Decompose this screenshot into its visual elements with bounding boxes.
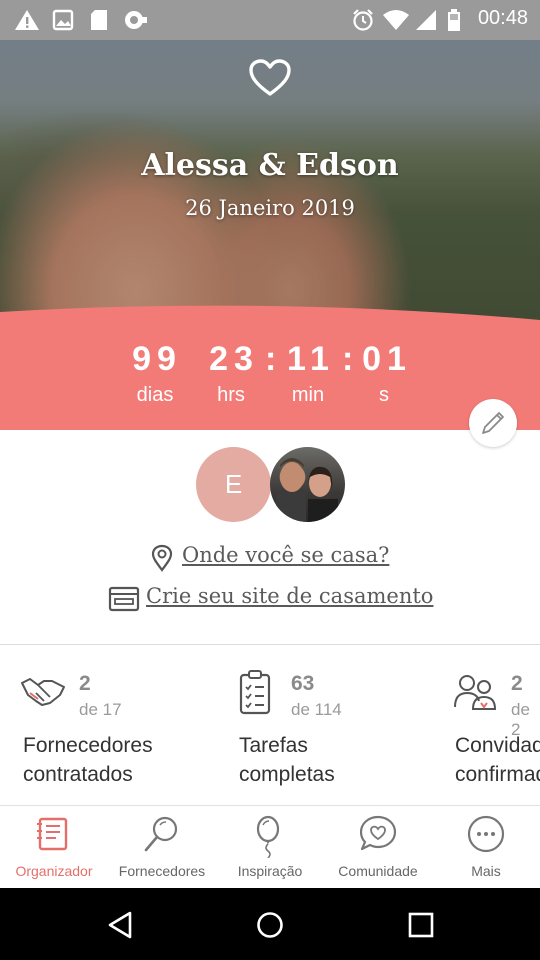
nav-label: Organizador <box>15 863 93 879</box>
chat-heart-icon <box>359 815 397 851</box>
signal-icon <box>416 10 436 30</box>
handshake-icon <box>21 678 65 706</box>
balloon-icon <box>256 815 280 858</box>
nav-organizador[interactable]: Organizador <box>0 806 108 889</box>
stats-carousel[interactable]: 2 de 17 Fornecedores contratados 63 de 1… <box>0 645 540 805</box>
edit-button[interactable] <box>469 399 517 447</box>
sync-icon <box>125 11 147 29</box>
website-icon <box>108 586 140 612</box>
stat-label-line: confirmados <box>455 763 540 786</box>
stat-label-line: Fornecedores <box>23 734 153 757</box>
nav-fornecedores[interactable]: Fornecedores <box>108 806 216 889</box>
location-link[interactable]: Onde você se casa? <box>182 543 389 567</box>
wedding-site-link[interactable]: Crie seu site de casamento <box>146 584 433 608</box>
partner-avatar[interactable] <box>270 447 345 522</box>
stat-label-line: Convidados <box>455 734 540 757</box>
clipboard-icon <box>239 670 271 715</box>
wedding-date: 26 Janeiro 2019 <box>185 196 355 220</box>
nav-label: Fornecedores <box>118 863 206 879</box>
stat-label-line: contratados <box>23 763 133 786</box>
couple-names: Alessa & Edson <box>141 148 399 183</box>
stat-label: Tarefas completas <box>239 731 399 789</box>
bottom-navigation: Organizador Fornecedores Inspiração Comu… <box>0 805 540 889</box>
wifi-icon <box>383 10 409 30</box>
stat-label-line: Tarefas <box>239 734 308 757</box>
pencil-icon <box>482 412 504 434</box>
stat-label-line: completas <box>239 763 335 786</box>
home-icon[interactable] <box>255 910 285 940</box>
system-navigation-bar <box>0 888 540 960</box>
countdown-seconds: 01 <box>362 340 412 378</box>
stat-total: de 114 <box>291 700 342 719</box>
stat-count: 2 <box>79 672 91 695</box>
stat-count: 2 <box>511 672 523 695</box>
warning-icon <box>15 10 39 30</box>
couple-photo <box>276 458 338 522</box>
status-bar: 00:48 <box>0 0 540 40</box>
user-avatar[interactable]: E <box>196 447 271 522</box>
back-icon[interactable] <box>106 910 136 940</box>
sd-card-icon <box>91 10 107 30</box>
alarm-icon <box>353 9 373 31</box>
stat-label: Fornecedores contratados <box>23 731 183 789</box>
nav-mais[interactable]: Mais <box>432 806 540 889</box>
countdown-seconds-label: s <box>379 384 389 406</box>
nav-label: Inspiração <box>237 863 303 879</box>
stat-label: Convidados confirmados <box>455 731 540 789</box>
stat-total: de 17 <box>79 700 122 719</box>
clock: 00:48 <box>477 7 528 29</box>
nav-inspiracao[interactable]: Inspiração <box>216 806 324 889</box>
nav-comunidade[interactable]: Comunidade <box>324 806 432 889</box>
guests-icon <box>454 675 497 710</box>
battery-icon <box>448 9 460 31</box>
location-pin-icon <box>151 544 173 572</box>
notebook-icon <box>37 817 68 851</box>
nav-label: Mais <box>471 863 501 879</box>
recents-icon[interactable] <box>406 910 436 940</box>
more-icon <box>467 815 505 853</box>
nav-label: Comunidade <box>338 863 418 879</box>
heart-icon <box>249 59 291 96</box>
stat-count: 63 <box>291 672 315 695</box>
search-icon <box>144 816 178 852</box>
image-icon <box>52 9 74 31</box>
